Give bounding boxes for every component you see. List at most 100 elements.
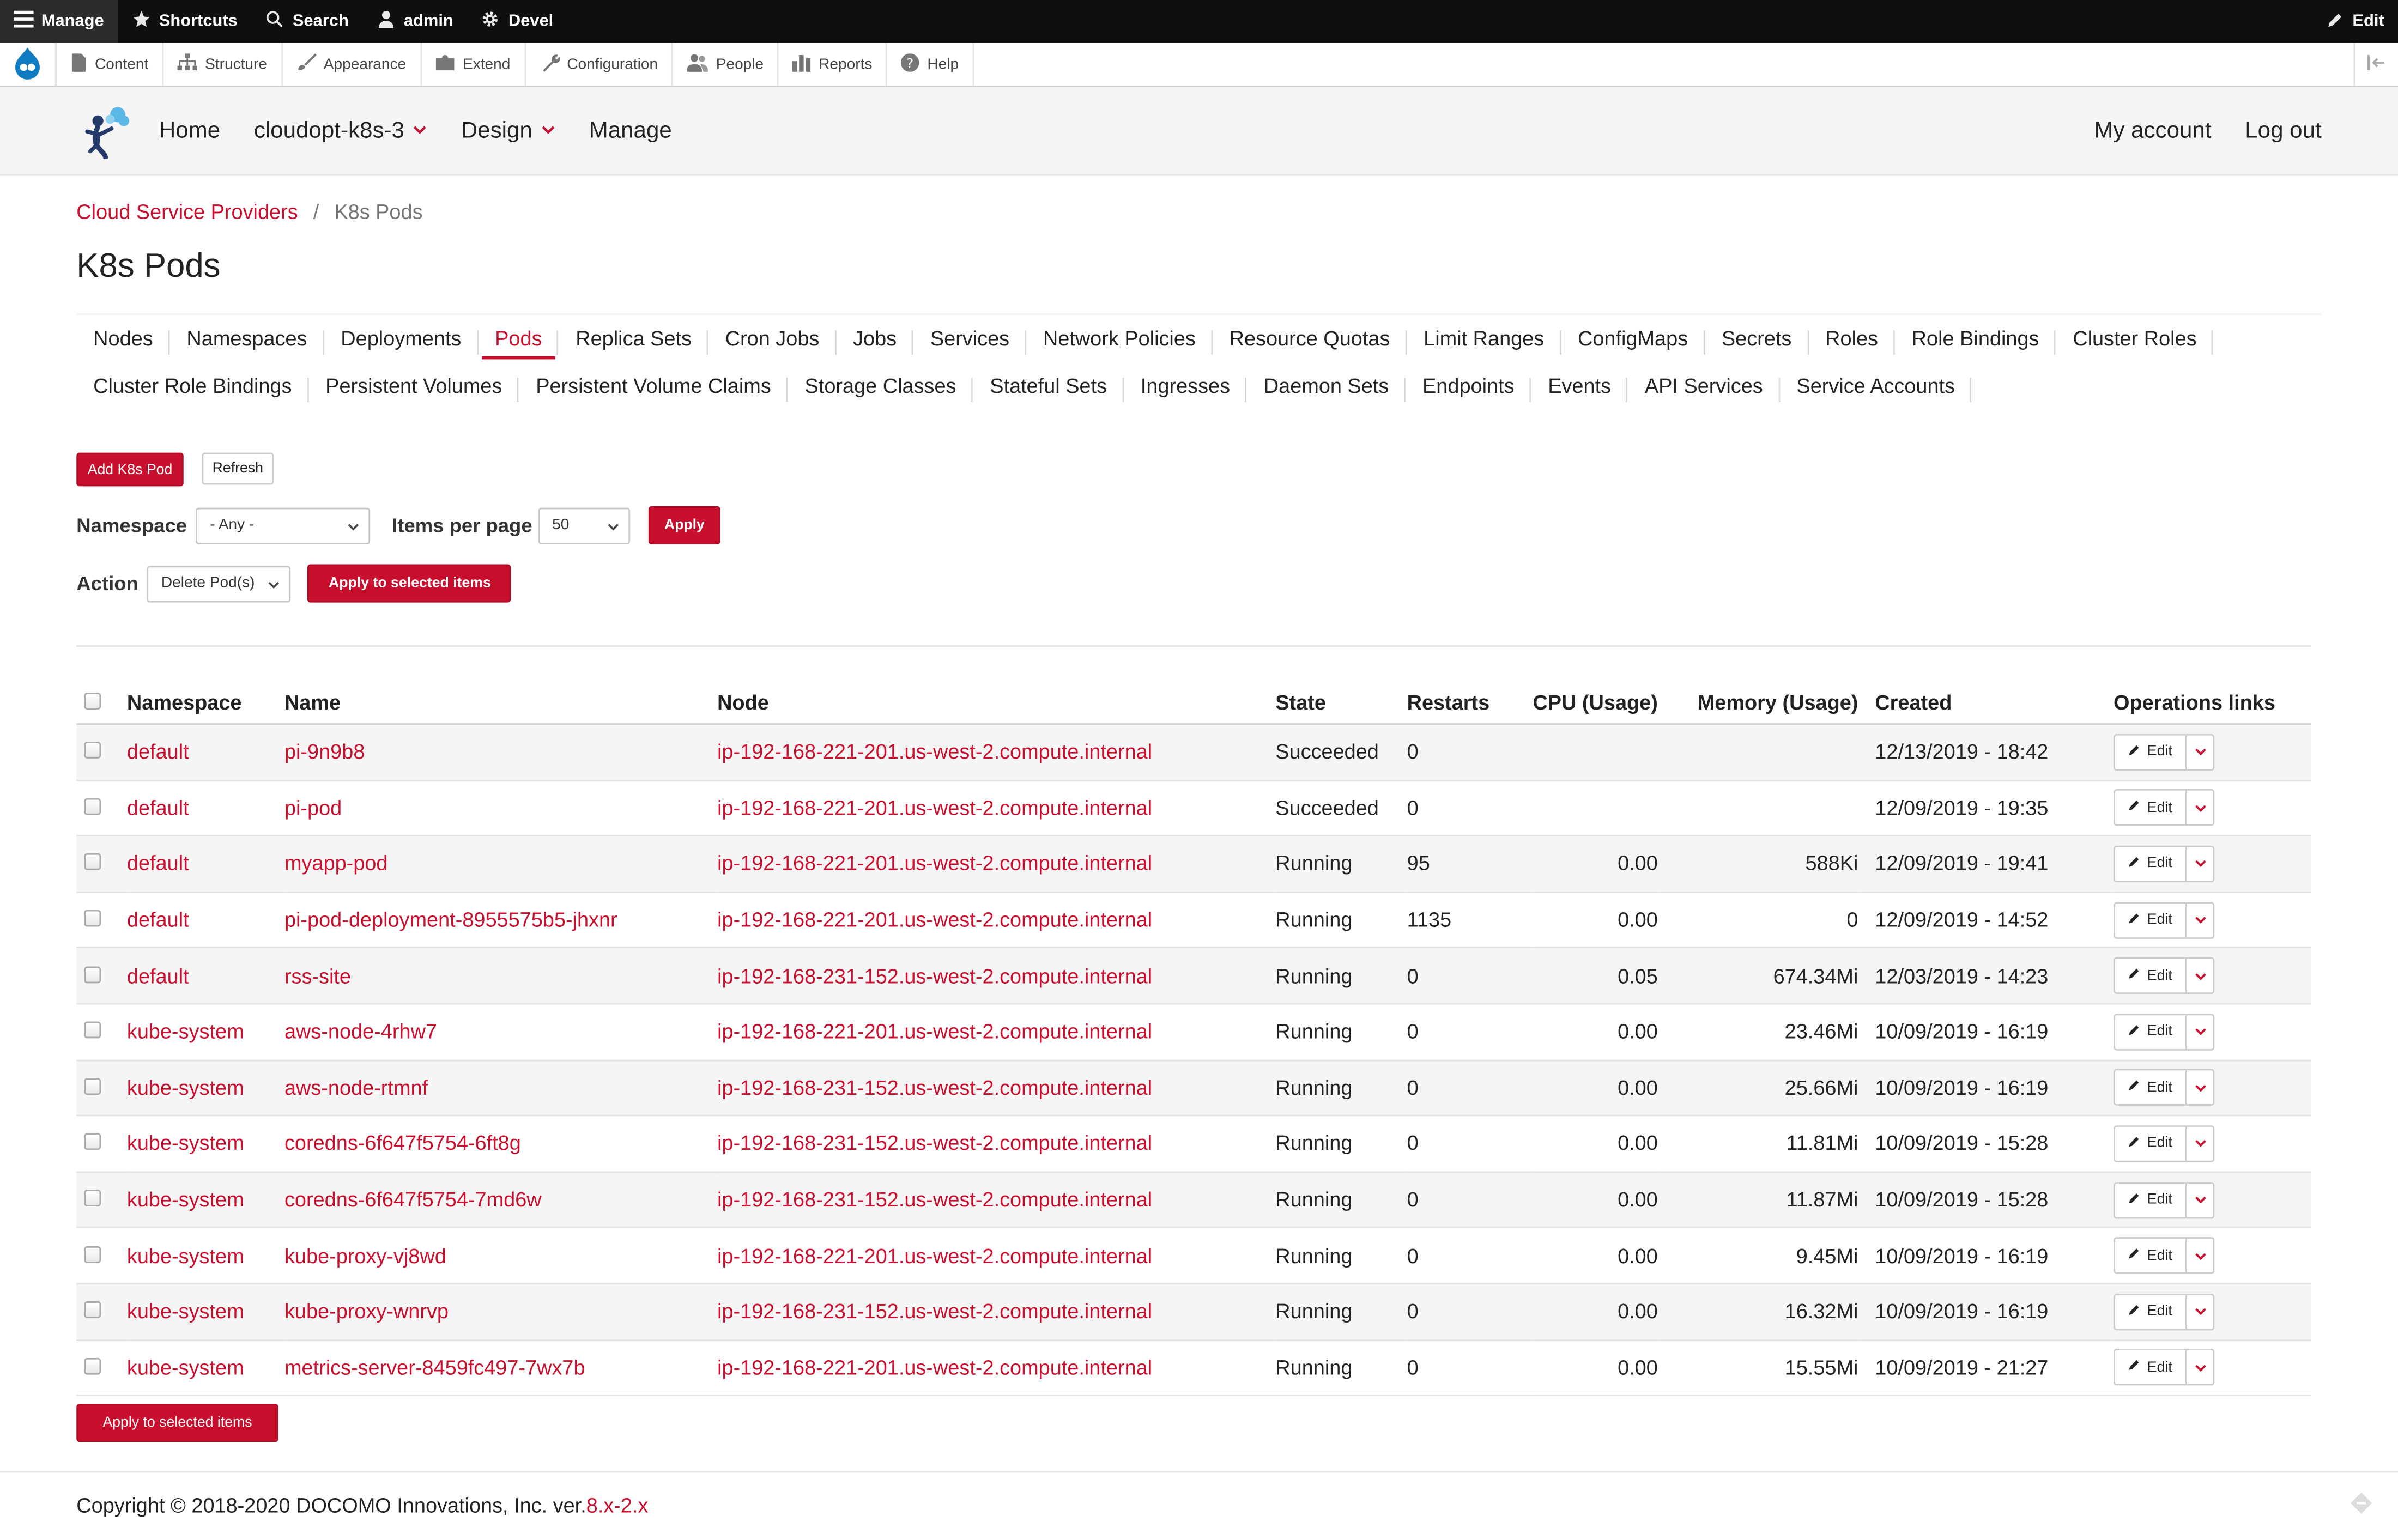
dropbutton-toggle[interactable] — [2188, 1135, 2214, 1152]
admin-menu-appearance[interactable]: Appearance — [282, 43, 422, 86]
row-checkbox[interactable] — [84, 742, 101, 759]
pod-name-link[interactable]: pi-pod — [284, 797, 342, 820]
dropbutton-toggle[interactable] — [2188, 1303, 2214, 1320]
search-toggle[interactable]: Search — [251, 0, 362, 43]
namespace-link[interactable]: default — [127, 797, 189, 820]
pod-name-link[interactable]: pi-pod-deployment-8955575b5-jhxnr — [284, 908, 617, 931]
tab-resource-quotas[interactable]: Resource Quotas — [1213, 315, 1407, 362]
nav-home[interactable]: Home — [159, 118, 220, 144]
pod-name-link[interactable]: myapp-pod — [284, 852, 388, 875]
apply-to-selected-button-bottom[interactable]: Apply to selected items — [76, 1404, 278, 1442]
node-link[interactable]: ip-192-168-231-152.us-west-2.compute.int… — [717, 1076, 1152, 1099]
namespace-link[interactable]: default — [127, 965, 189, 987]
tab-network-policies[interactable]: Network Policies — [1026, 315, 1213, 362]
column-header-memory[interactable]: Memory (Usage) — [1657, 646, 1858, 725]
row-checkbox[interactable] — [84, 854, 101, 871]
log-out-link[interactable]: Log out — [2245, 118, 2321, 144]
shortcuts-toggle[interactable]: Shortcuts — [118, 0, 251, 43]
dropbutton-toggle[interactable] — [2188, 856, 2214, 872]
tab-replica-sets[interactable]: Replica Sets — [559, 315, 708, 362]
namespace-select[interactable]: - Any - — [196, 507, 371, 544]
tab-stateful-sets[interactable]: Stateful Sets — [973, 362, 1124, 410]
admin-menu-people[interactable]: People — [673, 43, 779, 86]
tab-endpoints[interactable]: Endpoints — [1406, 362, 1531, 410]
tray-orientation-toggle[interactable] — [2353, 43, 2398, 86]
admin-menu-reports[interactable]: Reports — [779, 43, 888, 86]
manage-toggle[interactable]: Manage — [0, 0, 118, 43]
node-link[interactable]: ip-192-168-231-152.us-west-2.compute.int… — [717, 1188, 1152, 1211]
edit-button[interactable]: Edit — [2115, 1350, 2188, 1385]
edit-button[interactable]: Edit — [2115, 1183, 2188, 1217]
tab-cluster-role-bindings[interactable]: Cluster Role Bindings — [76, 362, 308, 410]
node-link[interactable]: ip-192-168-231-152.us-west-2.compute.int… — [717, 965, 1152, 987]
tab-services[interactable]: Services — [913, 315, 1026, 362]
row-checkbox[interactable] — [84, 1190, 101, 1207]
pod-name-link[interactable]: rss-site — [284, 965, 351, 987]
dropbutton-toggle[interactable] — [2188, 1191, 2214, 1208]
tab-deployments[interactable]: Deployments — [324, 315, 478, 362]
admin-menu-content[interactable]: Content — [57, 43, 164, 86]
pod-name-link[interactable]: aws-node-rtmnf — [284, 1076, 428, 1099]
tab-secrets[interactable]: Secrets — [1705, 315, 1808, 362]
row-checkbox[interactable] — [84, 966, 101, 983]
edit-button[interactable]: Edit — [2115, 1239, 2188, 1273]
node-link[interactable]: ip-192-168-231-152.us-west-2.compute.int… — [717, 1300, 1152, 1323]
column-header-node[interactable]: Node — [717, 646, 1276, 725]
tab-nodes[interactable]: Nodes — [76, 315, 170, 362]
row-checkbox[interactable] — [84, 1301, 101, 1319]
edit-button[interactable]: Edit — [2115, 959, 2188, 993]
row-checkbox[interactable] — [84, 910, 101, 927]
node-link[interactable]: ip-192-168-221-201.us-west-2.compute.int… — [717, 1020, 1152, 1043]
tab-persistent-volume-claims[interactable]: Persistent Volume Claims — [519, 362, 788, 410]
pod-name-link[interactable]: metrics-server-8459fc497-7wx7b — [284, 1356, 585, 1379]
namespace-link[interactable]: kube-system — [127, 1300, 244, 1323]
namespace-link[interactable]: default — [127, 741, 189, 763]
tab-namespaces[interactable]: Namespaces — [170, 315, 324, 362]
column-header-state[interactable]: State — [1275, 646, 1407, 725]
bulk-action-select[interactable]: Delete Pod(s) — [147, 565, 292, 602]
row-checkbox[interactable] — [84, 1245, 101, 1263]
admin-menu-structure[interactable]: Structure — [164, 43, 283, 86]
nav-manage[interactable]: Manage — [589, 118, 672, 144]
edit-button[interactable]: Edit — [2115, 1015, 2188, 1049]
node-link[interactable]: ip-192-168-221-201.us-west-2.compute.int… — [717, 852, 1152, 875]
user-toggle[interactable]: admin — [362, 0, 467, 43]
node-link[interactable]: ip-192-168-221-201.us-west-2.compute.int… — [717, 908, 1152, 931]
dropbutton-toggle[interactable] — [2188, 967, 2214, 984]
row-checkbox[interactable] — [84, 798, 101, 815]
column-header-namespace[interactable]: Namespace — [126, 646, 284, 725]
namespace-link[interactable]: kube-system — [127, 1244, 244, 1267]
tab-service-accounts[interactable]: Service Accounts — [1780, 362, 1972, 410]
node-link[interactable]: ip-192-168-221-201.us-west-2.compute.int… — [717, 1356, 1152, 1379]
pod-name-link[interactable]: aws-node-4rhw7 — [284, 1020, 437, 1043]
edit-button[interactable]: Edit — [2115, 1295, 2188, 1329]
admin-menu-help[interactable]: ? Help — [887, 43, 974, 86]
dropbutton-toggle[interactable] — [2188, 799, 2214, 816]
edit-button[interactable]: Edit — [2115, 735, 2188, 769]
devel-toggle[interactable]: Devel — [467, 0, 567, 43]
tab-roles[interactable]: Roles — [1808, 315, 1895, 362]
namespace-link[interactable]: default — [127, 852, 189, 875]
tab-cron-jobs[interactable]: Cron Jobs — [708, 315, 836, 362]
pod-name-link[interactable]: pi-9n9b8 — [284, 741, 365, 763]
namespace-link[interactable]: kube-system — [127, 1076, 244, 1099]
select-all-checkbox[interactable] — [84, 693, 101, 710]
row-checkbox[interactable] — [84, 1077, 101, 1095]
admin-menu-configuration[interactable]: Configuration — [525, 43, 674, 86]
row-checkbox[interactable] — [84, 1022, 101, 1039]
apply-filter-button[interactable]: Apply — [648, 506, 720, 544]
version-link[interactable]: 8.x-2.x — [586, 1494, 649, 1517]
namespace-link[interactable]: kube-system — [127, 1020, 244, 1043]
node-link[interactable]: ip-192-168-221-201.us-west-2.compute.int… — [717, 741, 1152, 763]
namespace-link[interactable]: kube-system — [127, 1188, 244, 1211]
contextual-diamond-icon[interactable] — [2349, 1491, 2373, 1520]
namespace-link[interactable]: default — [127, 908, 189, 931]
dropbutton-toggle[interactable] — [2188, 744, 2214, 761]
node-link[interactable]: ip-192-168-221-201.us-west-2.compute.int… — [717, 1244, 1152, 1267]
dropbutton-toggle[interactable] — [2188, 1023, 2214, 1040]
tab-role-bindings[interactable]: Role Bindings — [1895, 315, 2057, 362]
edit-button[interactable]: Edit — [2115, 1126, 2188, 1161]
pod-name-link[interactable]: coredns-6f647f5754-6ft8g — [284, 1132, 521, 1155]
apply-to-selected-button-top[interactable]: Apply to selected items — [308, 564, 512, 603]
edit-button[interactable]: Edit — [2115, 903, 2188, 937]
